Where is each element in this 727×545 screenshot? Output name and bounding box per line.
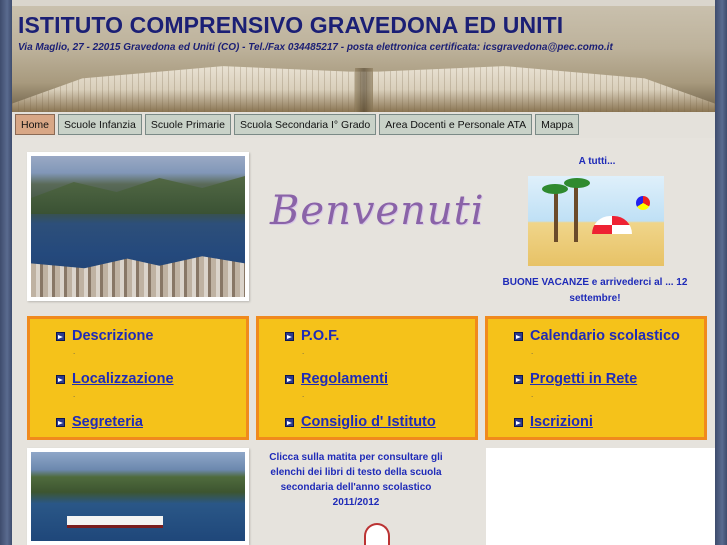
arrow-bullet-icon [285,374,294,384]
nav-home[interactable]: Home [15,114,56,135]
harbor-photo [27,448,249,545]
nav-scuola-secondaria[interactable]: Scuola Secondaria I° Grado [233,114,377,135]
site-header: ISTITUTO COMPRENSIVO GRAVEDONA ED UNITI … [12,6,715,112]
main-content: Benvenuti A tutti... BUONE VACANZE e arr… [12,138,715,545]
nav-area-docenti[interactable]: Area Docenti e Personale ATA [379,114,533,135]
nav-scuole-primarie[interactable]: Scuole Primarie [144,114,231,135]
textbook-notice: Clicca sulla matita per consultare gli e… [269,452,443,508]
link-iscrizioni[interactable]: Iscrizioni [530,414,593,430]
empty-panel [486,448,715,545]
nav-mappa[interactable]: Mappa [535,114,580,135]
info-box-3: Calendario scolastico . Progetti in Rete… [485,316,707,440]
right-frame [715,0,727,545]
greeting-message: BUONE VACANZE e arrivederci al ... 12 se… [502,277,688,304]
arrow-bullet-icon [56,374,65,384]
link-descrizione[interactable]: Descrizione [72,328,153,344]
arrow-bullet-icon [285,331,294,341]
link-segreteria[interactable]: Segreteria [72,414,143,430]
arrow-bullet-icon [56,417,65,427]
book-spine [354,68,373,112]
link-progetti-rete[interactable]: Progetti in Rete [530,371,637,387]
site-contact-info: Via Maglio, 27 - 22015 Gravedona ed Unit… [18,42,613,53]
welcome-heading: Benvenuti [270,188,485,234]
greeting-title: A tutti... [578,156,616,167]
arrow-bullet-icon [56,331,65,341]
info-box-1: Descrizione . Localizzazione . Segreteri… [27,316,249,440]
link-regolamenti[interactable]: Regolamenti [301,371,388,387]
lake-photo [27,152,249,301]
link-pof[interactable]: P.O.F. [301,328,339,344]
nav-scuole-infanzia[interactable]: Scuole Infanzia [58,114,142,135]
link-consiglio-istituto[interactable]: Consiglio d' Istituto [301,414,436,430]
arrow-bullet-icon [285,417,294,427]
link-calendario[interactable]: Calendario scolastico [530,328,680,344]
arrow-bullet-icon [514,417,523,427]
left-frame [0,0,12,545]
pencil-icon[interactable] [364,523,390,545]
beach-image [528,176,664,266]
arrow-bullet-icon [514,374,523,384]
link-localizzazione[interactable]: Localizzazione [72,371,174,387]
info-box-2: P.O.F. . Regolamenti . Consiglio d' Isti… [256,316,478,440]
arrow-bullet-icon [514,331,523,341]
main-nav: Home Scuole Infanzia Scuole Primarie Scu… [12,112,715,138]
site-title: ISTITUTO COMPRENSIVO GRAVEDONA ED UNITI [18,12,564,38]
